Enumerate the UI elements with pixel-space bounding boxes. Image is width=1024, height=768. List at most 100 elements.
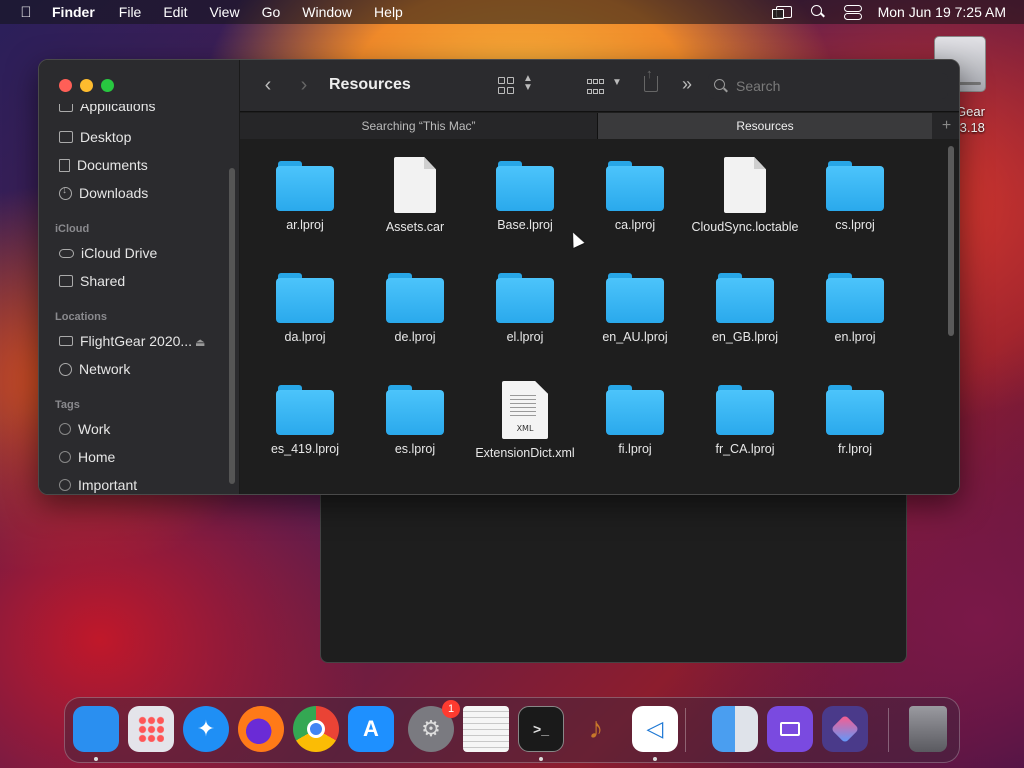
migration-assistant-icon[interactable] xyxy=(712,706,758,752)
file-item[interactable]: en_GB.lproj xyxy=(690,269,800,345)
menu-app-name[interactable]: Finder xyxy=(52,4,95,20)
podcast-capture-icon[interactable] xyxy=(767,706,813,752)
zoom-window-button[interactable] xyxy=(101,79,114,92)
spotlight-search-icon[interactable] xyxy=(810,5,826,19)
finder-icon[interactable] xyxy=(73,706,119,752)
sidebar-scrollbar[interactable] xyxy=(229,168,235,484)
downloads-icon xyxy=(59,185,72,200)
search-field[interactable] xyxy=(708,73,948,99)
xml-file-icon: XML xyxy=(502,381,548,439)
share-icon[interactable] xyxy=(644,66,658,92)
menu-go[interactable]: Go xyxy=(262,4,281,20)
folder-icon xyxy=(606,273,664,323)
file-item[interactable]: fr.lproj xyxy=(800,381,910,457)
terminal-icon[interactable]: >_ xyxy=(518,706,564,752)
more-toolbar-items-icon[interactable]: » xyxy=(682,74,692,95)
close-window-button[interactable] xyxy=(59,79,72,92)
running-indicator xyxy=(94,757,98,761)
folder-icon xyxy=(606,385,664,435)
new-tab-button[interactable]: + xyxy=(932,113,959,139)
icon-view-icon[interactable] xyxy=(498,77,516,95)
file-name: Base.lproj xyxy=(497,218,553,232)
finder-toolbar: ‹ › Resources ▲▼ ▼ » xyxy=(240,60,959,112)
control-center-icon[interactable] xyxy=(843,5,862,20)
file-name: ca.lproj xyxy=(614,218,656,232)
file-item[interactable]: Base.lproj xyxy=(470,157,580,233)
file-item[interactable]: fr_CA.lproj xyxy=(690,381,800,457)
menu-window[interactable]: Window xyxy=(302,4,352,20)
file-item[interactable]: ar.lproj xyxy=(250,157,360,233)
file-name: fi.lproj xyxy=(618,442,652,456)
sidebar-item-desktop[interactable]: Desktop xyxy=(59,127,131,147)
trash-icon[interactable] xyxy=(909,706,947,752)
sidebar-item-shared[interactable]: Shared xyxy=(59,271,125,291)
sidebar-item-network[interactable]: Network xyxy=(59,359,130,379)
garageband-icon[interactable]: ♪ xyxy=(573,706,619,752)
window-controls xyxy=(59,79,114,92)
menu-view[interactable]: View xyxy=(209,4,239,20)
tab-resources[interactable]: Resources xyxy=(598,113,932,139)
minimize-window-button[interactable] xyxy=(80,79,93,92)
file-item[interactable]: cs.lproj xyxy=(800,157,910,233)
sidebar-heading-icloud: iCloud xyxy=(55,223,90,235)
forward-button[interactable]: › xyxy=(294,74,314,96)
chevron-down-icon[interactable]: ▼ xyxy=(612,77,622,88)
file-item[interactable]: es_419.lproj xyxy=(250,381,360,457)
file-name: el.lproj xyxy=(506,330,544,344)
view-options-chevron-icon[interactable]: ▲ ▼ xyxy=(523,74,533,93)
menu-file[interactable]: File xyxy=(119,4,142,20)
file-item[interactable]: el.lproj xyxy=(470,269,580,345)
sidebar-item-flightgear-disk[interactable]: FlightGear 2020... xyxy=(59,331,192,351)
shortcuts-icon[interactable] xyxy=(822,706,868,752)
file-name: fr.lproj xyxy=(837,442,873,456)
menubar-clock[interactable]: Mon Jun 19 7:25 AM xyxy=(878,4,1006,20)
textedit-icon[interactable] xyxy=(463,706,509,752)
file-item[interactable]: da.lproj xyxy=(250,269,360,345)
firefox-icon[interactable] xyxy=(238,706,284,752)
file-item[interactable]: CloudSync.loctable xyxy=(690,157,800,235)
sidebar-item-tag-important[interactable]: Important xyxy=(59,475,137,494)
eject-icon[interactable]: ⏏ xyxy=(195,336,205,349)
file-name: es_419.lproj xyxy=(270,442,340,456)
screen-mirroring-icon[interactable] xyxy=(771,6,792,19)
file-item[interactable]: fi.lproj xyxy=(580,381,690,457)
vscode-icon[interactable]: ◁ xyxy=(632,706,678,752)
document-icon xyxy=(59,158,70,172)
sidebar-item-tag-work[interactable]: Work xyxy=(59,419,110,439)
cloud-icon xyxy=(59,248,74,258)
chrome-icon[interactable] xyxy=(293,706,339,752)
file-name: es.lproj xyxy=(394,442,436,456)
file-item[interactable]: en.lproj xyxy=(800,269,910,345)
menu-help[interactable]: Help xyxy=(374,4,403,20)
safari-icon[interactable]: ✦ xyxy=(183,706,229,752)
sidebar-item-icloud-drive[interactable]: iCloud Drive xyxy=(59,243,157,263)
running-indicator xyxy=(653,757,657,761)
sidebar-item-documents[interactable]: Documents xyxy=(59,155,148,175)
folder-icon xyxy=(386,273,444,323)
sidebar-item-tag-home[interactable]: Home xyxy=(59,447,115,467)
content-scrollbar[interactable] xyxy=(948,146,954,336)
launchpad-icon[interactable] xyxy=(128,706,174,752)
back-button[interactable]: ‹ xyxy=(258,74,278,96)
search-input[interactable] xyxy=(736,78,926,94)
system-settings-icon[interactable]: ⚙ 1 xyxy=(408,700,460,752)
desktop-disk-label[interactable]: Gear .3.18 xyxy=(956,104,985,136)
sidebar-item-applications[interactable]: Applications xyxy=(59,104,156,114)
file-item[interactable]: XML ExtensionDict.xml xyxy=(470,381,580,461)
dock-separator xyxy=(888,708,889,752)
folder-icon xyxy=(276,273,334,323)
file-item[interactable]: Assets.car xyxy=(360,157,470,235)
finder-tab-bar: Searching “This Mac” Resources + xyxy=(240,113,959,139)
file-item[interactable]: es.lproj xyxy=(360,381,470,457)
tab-searching-this-mac[interactable]: Searching “This Mac” xyxy=(240,113,598,139)
finder-sidebar: Applications Desktop Documents Downloads… xyxy=(39,60,240,494)
background-window[interactable] xyxy=(320,488,907,663)
group-by-icon[interactable] xyxy=(587,79,605,97)
file-item[interactable]: en_AU.lproj xyxy=(580,269,690,345)
file-item[interactable]: de.lproj xyxy=(360,269,470,345)
app-store-icon[interactable]: A xyxy=(348,706,394,752)
sidebar-item-downloads[interactable]: Downloads xyxy=(59,183,148,203)
apple-menu-icon[interactable]:  xyxy=(0,4,52,21)
menu-edit[interactable]: Edit xyxy=(163,4,187,20)
file-item[interactable]: ca.lproj xyxy=(580,157,690,233)
